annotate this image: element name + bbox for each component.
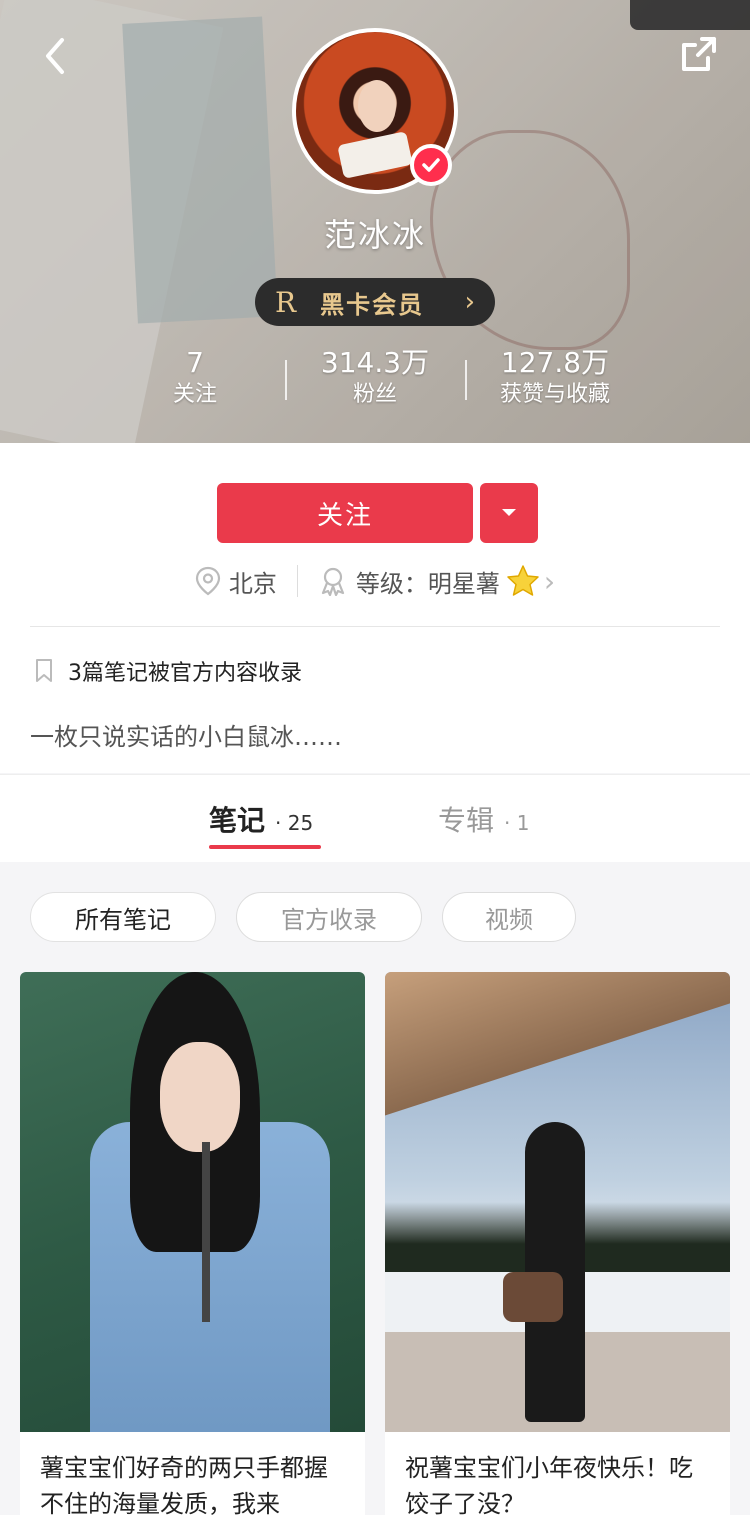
stat-followers[interactable]: 314.3万 粉丝 (285, 346, 465, 416)
level-text: 等级：明星薯 (355, 569, 500, 598)
bookmark-icon (36, 659, 52, 682)
username: 范冰冰 (323, 216, 426, 254)
filter-video[interactable]: 视频 (442, 892, 576, 942)
stat-likes-collections[interactable]: 127.8万 获赞与收藏 (465, 346, 645, 416)
active-tab-indicator (209, 845, 321, 849)
chevron-right-icon: › (543, 564, 556, 598)
filter-all-notes[interactable]: 所有笔记 (30, 892, 216, 942)
follow-options-button[interactable] (480, 483, 538, 543)
share-icon[interactable] (678, 34, 720, 76)
note-card[interactable]: 祝薯宝宝们小年夜快乐！吃饺子了没？ (385, 972, 730, 1515)
note-cover-image (20, 972, 365, 1432)
note-card[interactable]: 薯宝宝们好奇的两只手都握不住的海量发质，我来 (20, 972, 365, 1515)
filter-official[interactable]: 官方收录 (236, 892, 422, 942)
vip-badge: R (275, 285, 297, 319)
profile-header: 范冰冰 R 黑卡会员 › 7 关注 314.3万 粉丝 127.8万 获赞与收藏 (0, 0, 750, 443)
chevron-right-icon: › (464, 287, 475, 317)
profile-meta: 北京 等级：明星薯 › (0, 561, 750, 601)
location: 北京 (195, 564, 277, 599)
official-collection-note: 3篇笔记被官方内容收录 (34, 655, 302, 687)
profile-stats: 7 关注 314.3万 粉丝 127.8万 获赞与收藏 (105, 346, 645, 416)
tab-albums[interactable]: 专辑 · 1 (438, 799, 529, 839)
star-icon (507, 565, 539, 596)
note-title: 祝薯宝宝们小年夜快乐！吃饺子了没？ (405, 1454, 693, 1515)
level-medal-icon (321, 567, 344, 596)
note-filters: 所有笔记 官方收录 视频 (0, 862, 750, 972)
note-cover-image (385, 972, 730, 1432)
vip-membership-button[interactable]: R 黑卡会员 › (255, 278, 495, 326)
note-title: 薯宝宝们好奇的两只手都握不住的海量发质，我来 (40, 1454, 328, 1515)
location-text: 北京 (228, 569, 277, 598)
vip-label: 黑卡会员 (320, 290, 425, 319)
stat-divider (285, 360, 287, 400)
verified-badge-icon (410, 144, 452, 186)
stat-following[interactable]: 7 关注 (105, 346, 285, 416)
bio-text: 一枚只说实话的小白鼠冰…… (30, 723, 342, 751)
location-pin-icon (195, 566, 220, 596)
profile-info: 关注 北京 等级：明星薯 › 3篇笔记被官方内容收录 一枚只说实话的小白鼠冰…… (0, 443, 750, 773)
caret-down-icon (502, 509, 516, 516)
follow-button[interactable]: 关注 (217, 483, 473, 543)
content-tabs: 笔记 · 25 专辑 · 1 (0, 774, 750, 862)
stat-divider (465, 360, 467, 400)
tab-notes[interactable]: 笔记 · 25 (209, 799, 313, 839)
level-link[interactable]: 等级：明星薯 › (318, 564, 555, 599)
back-icon[interactable] (36, 36, 76, 76)
